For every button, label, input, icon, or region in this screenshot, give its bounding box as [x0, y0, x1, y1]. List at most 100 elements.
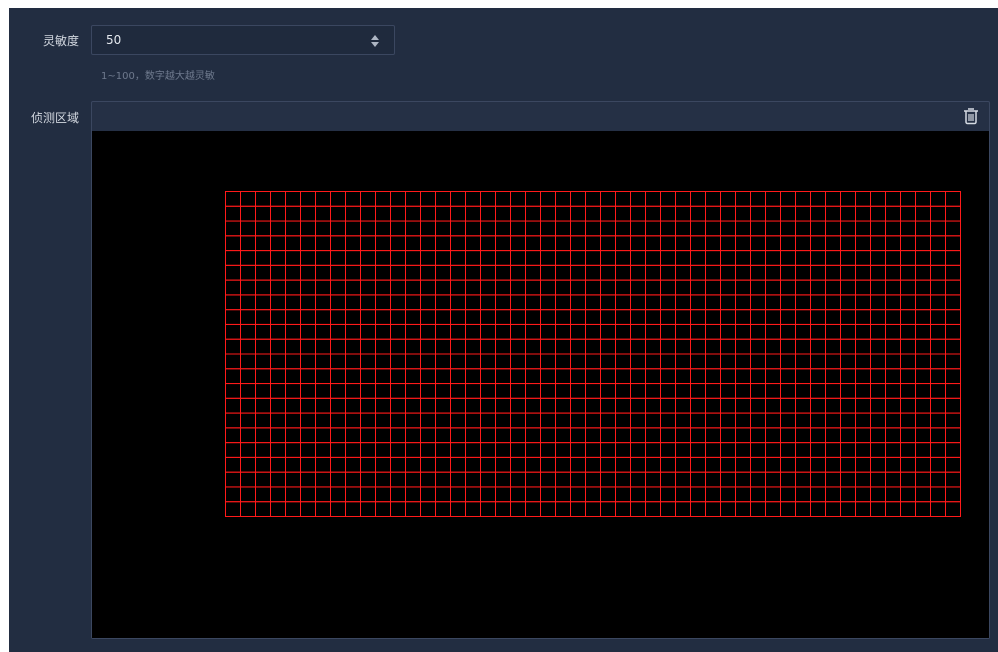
grid-cell[interactable] [510, 412, 526, 429]
grid-cell[interactable] [645, 368, 661, 385]
grid-cell[interactable] [585, 309, 601, 325]
grid-cell[interactable] [645, 294, 661, 311]
grid-cell[interactable] [240, 456, 256, 473]
grid-cell[interactable] [735, 456, 751, 473]
grid-cell[interactable] [690, 338, 706, 355]
grid-cell[interactable] [285, 191, 301, 207]
grid-cell[interactable] [555, 220, 571, 237]
grid-cell[interactable] [495, 383, 511, 399]
grid-cell[interactable] [240, 368, 256, 385]
grid-cell[interactable] [225, 383, 241, 399]
grid-cell[interactable] [750, 309, 766, 325]
grid-cell[interactable] [270, 191, 286, 207]
grid-cell[interactable] [840, 427, 856, 444]
grid-cell[interactable] [495, 264, 511, 281]
grid-cell[interactable] [735, 397, 751, 414]
grid-cell[interactable] [795, 264, 811, 281]
grid-cell[interactable] [270, 442, 286, 458]
grid-cell[interactable] [255, 368, 271, 385]
grid-cell[interactable] [660, 456, 676, 473]
grid-cell[interactable] [285, 279, 301, 296]
grid-cell[interactable] [795, 191, 811, 207]
grid-cell[interactable] [540, 397, 556, 414]
grid-cell[interactable] [495, 323, 511, 340]
grid-cell[interactable] [750, 220, 766, 237]
grid-cell[interactable] [615, 427, 631, 444]
grid-cell[interactable] [480, 264, 496, 281]
grid-cell[interactable] [285, 427, 301, 444]
grid-cell[interactable] [405, 427, 421, 444]
grid-cell[interactable] [555, 471, 571, 488]
grid-cell[interactable] [300, 427, 316, 444]
grid-cell[interactable] [900, 486, 916, 503]
grid-cell[interactable] [675, 205, 691, 222]
grid-cell[interactable] [930, 309, 946, 325]
grid-cell[interactable] [660, 250, 676, 266]
grid-cell[interactable] [360, 368, 376, 385]
grid-cell[interactable] [645, 471, 661, 488]
grid-cell[interactable] [330, 486, 346, 503]
grid-cell[interactable] [495, 191, 511, 207]
grid-cell[interactable] [795, 353, 811, 370]
grid-cell[interactable] [705, 279, 721, 296]
grid-cell[interactable] [420, 383, 436, 399]
grid-cell[interactable] [855, 397, 871, 414]
grid-cell[interactable] [585, 368, 601, 385]
grid-cell[interactable] [585, 264, 601, 281]
grid-cell[interactable] [225, 353, 241, 370]
grid-cell[interactable] [570, 338, 586, 355]
grid-cell[interactable] [360, 279, 376, 296]
grid-cell[interactable] [915, 368, 931, 385]
grid-cell[interactable] [750, 427, 766, 444]
grid-cell[interactable] [375, 456, 391, 473]
grid-cell[interactable] [375, 383, 391, 399]
grid-cell[interactable] [255, 309, 271, 325]
grid-cell[interactable] [570, 235, 586, 252]
grid-cell[interactable] [240, 220, 256, 237]
grid-cell[interactable] [255, 486, 271, 503]
grid-cell[interactable] [435, 456, 451, 473]
grid-cell[interactable] [225, 191, 241, 207]
grid-cell[interactable] [315, 486, 331, 503]
grid-cell[interactable] [300, 383, 316, 399]
grid-cell[interactable] [735, 205, 751, 222]
grid-cell[interactable] [915, 235, 931, 252]
grid-cell[interactable] [480, 383, 496, 399]
grid-cell[interactable] [855, 368, 871, 385]
grid-cell[interactable] [315, 338, 331, 355]
grid-cell[interactable] [435, 205, 451, 222]
grid-cell[interactable] [600, 368, 616, 385]
grid-cell[interactable] [570, 471, 586, 488]
grid-cell[interactable] [360, 412, 376, 429]
grid-cell[interactable] [720, 191, 736, 207]
grid-cell[interactable] [525, 368, 541, 385]
grid-cell[interactable] [930, 486, 946, 503]
grid-cell[interactable] [600, 205, 616, 222]
grid-cell[interactable] [420, 427, 436, 444]
grid-cell[interactable] [705, 368, 721, 385]
grid-cell[interactable] [675, 383, 691, 399]
grid-cell[interactable] [285, 309, 301, 325]
grid-cell[interactable] [540, 309, 556, 325]
grid-cell[interactable] [810, 220, 826, 237]
grid-cell[interactable] [270, 383, 286, 399]
grid-cell[interactable] [810, 294, 826, 311]
grid-cell[interactable] [690, 397, 706, 414]
grid-cell[interactable] [945, 486, 961, 503]
grid-cell[interactable] [375, 191, 391, 207]
grid-cell[interactable] [735, 383, 751, 399]
grid-cell[interactable] [330, 220, 346, 237]
grid-cell[interactable] [540, 501, 556, 517]
grid-cell[interactable] [225, 205, 241, 222]
grid-cell[interactable] [375, 294, 391, 311]
grid-cell[interactable] [510, 294, 526, 311]
grid-cell[interactable] [585, 250, 601, 266]
grid-cell[interactable] [765, 338, 781, 355]
grid-cell[interactable] [240, 309, 256, 325]
grid-cell[interactable] [240, 383, 256, 399]
grid-cell[interactable] [870, 264, 886, 281]
grid-cell[interactable] [360, 442, 376, 458]
grid-cell[interactable] [705, 294, 721, 311]
grid-cell[interactable] [540, 205, 556, 222]
grid-cell[interactable] [555, 205, 571, 222]
